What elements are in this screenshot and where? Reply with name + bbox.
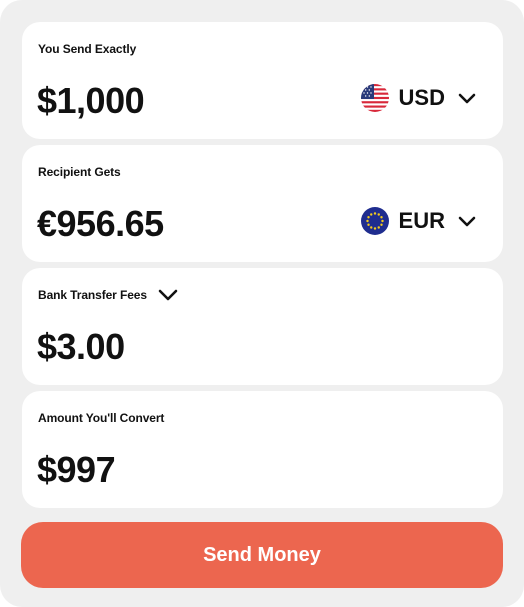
convert-amount-label: Amount You'll Convert [38, 411, 165, 425]
us-flag-icon [360, 84, 389, 112]
eu-flag-icon [360, 207, 389, 235]
receive-amount-label: Recipient Gets [38, 165, 121, 179]
send-currency-code: USD [398, 85, 445, 110]
send-amount-label: You Send Exactly [38, 42, 137, 56]
fees-amount-value: $3.00 [37, 326, 125, 367]
send-amount-card: You Send Exactly $1,000 USD [22, 22, 503, 139]
receive-amount-value[interactable]: €956.65 [37, 203, 164, 245]
chevron-down-icon [458, 93, 476, 104]
send-amount-value[interactable]: $1,000 [37, 80, 145, 122]
convert-amount-card: Amount You'll Convert $997 [22, 391, 503, 508]
receive-currency-code: EUR [398, 208, 445, 233]
fees-header[interactable]: Bank Transfer Fees [38, 288, 179, 302]
fees-label: Bank Transfer Fees [38, 288, 147, 302]
receive-amount-card: Recipient Gets €956.65 EUR [22, 145, 503, 262]
fees-card: Bank Transfer Fees $3.00 [22, 268, 503, 385]
receive-currency-selector[interactable]: EUR [360, 205, 477, 237]
send-money-button[interactable]: Send Money [21, 522, 503, 588]
send-currency-selector[interactable]: USD [360, 82, 477, 114]
fees-expand-chevron-icon[interactable] [157, 288, 179, 302]
transfer-panel: You Send Exactly $1,000 USD Recipient Ge… [0, 0, 524, 607]
convert-amount-value: $997 [37, 449, 116, 490]
chevron-down-icon [458, 216, 476, 227]
